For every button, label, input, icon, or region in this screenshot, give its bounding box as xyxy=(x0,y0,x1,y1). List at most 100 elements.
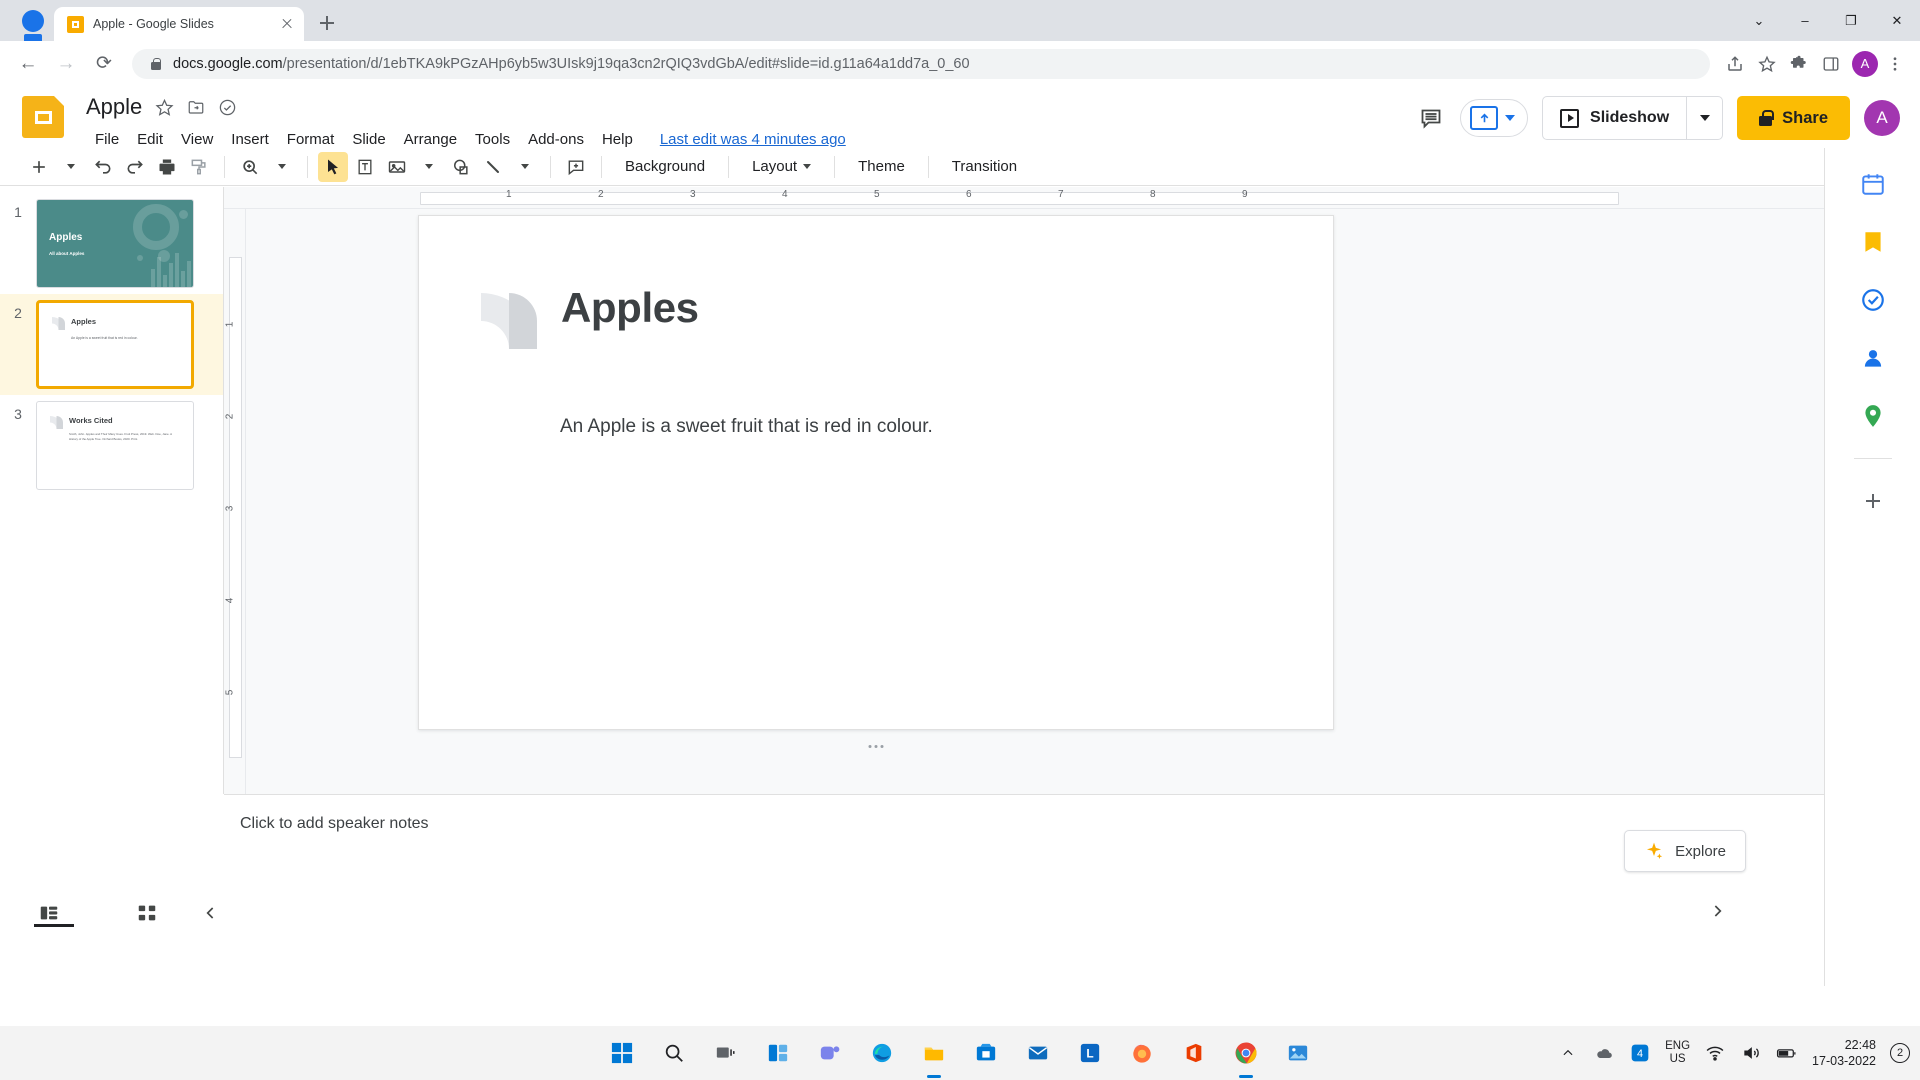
office-icon[interactable] xyxy=(1177,1036,1211,1070)
store-icon[interactable] xyxy=(969,1036,1003,1070)
widgets-icon[interactable] xyxy=(761,1036,795,1070)
slide-body-text[interactable]: An Apple is a sweet fruit that is red in… xyxy=(560,416,933,438)
bookmark-star-icon[interactable] xyxy=(1752,49,1782,79)
insert-image-button[interactable] xyxy=(382,152,412,182)
slide-thumbnail[interactable]: Apples All about Apples xyxy=(36,199,194,288)
slideshow-button[interactable]: Slideshow xyxy=(1543,97,1686,139)
filmstrip-view-button[interactable] xyxy=(34,898,74,928)
redo-button[interactable] xyxy=(120,152,150,182)
search-icon[interactable] xyxy=(657,1036,691,1070)
window-maximize-button[interactable]: ❐ xyxy=(1828,0,1874,41)
chevron-down-icon xyxy=(67,164,75,169)
maps-icon[interactable] xyxy=(1857,400,1889,432)
update-badge-icon[interactable]: 4 xyxy=(1629,1042,1651,1064)
speaker-notes-pane[interactable]: Click to add speaker notes Explore xyxy=(224,794,1824,886)
forward-button[interactable]: → xyxy=(48,46,84,82)
slideshow-options-button[interactable] xyxy=(1686,97,1722,139)
calendar-icon[interactable] xyxy=(1857,168,1889,200)
layout-button[interactable]: Layout xyxy=(739,152,824,182)
document-title[interactable]: Apple xyxy=(86,94,142,120)
contacts-icon[interactable] xyxy=(1857,342,1889,374)
filmstrip-slide-2[interactable]: 2 Apples An Apple is a sweet fruit that … xyxy=(0,294,223,395)
vertical-ruler[interactable]: 1 2 3 4 5 xyxy=(224,209,246,794)
undo-button[interactable] xyxy=(88,152,118,182)
filmstrip-slide-3[interactable]: 3 Works Cited Smith, John. Apples and Th… xyxy=(0,395,223,496)
slide-canvas[interactable]: Apples An Apple is a sweet fruit that is… xyxy=(418,215,1334,748)
zoom-options-button[interactable] xyxy=(267,152,297,182)
line-button[interactable] xyxy=(478,152,508,182)
slide-heading[interactable]: Apples xyxy=(561,284,699,332)
window-minimize-button[interactable]: – xyxy=(1782,0,1828,41)
mail-icon[interactable] xyxy=(1021,1036,1055,1070)
notification-count-badge[interactable]: 2 xyxy=(1890,1043,1910,1063)
select-tool-button[interactable] xyxy=(318,151,348,182)
photos-icon[interactable] xyxy=(1281,1036,1315,1070)
presentation-mode-toggle[interactable] xyxy=(1460,99,1529,137)
explore-button[interactable]: Explore xyxy=(1624,830,1746,872)
chrome-icon[interactable] xyxy=(1229,1036,1263,1078)
new-slide-options-button[interactable] xyxy=(56,152,86,182)
star-icon[interactable] xyxy=(155,98,174,117)
line-options-button[interactable] xyxy=(510,152,540,182)
share-link-icon[interactable] xyxy=(1720,49,1750,79)
chrome-menu-icon[interactable] xyxy=(1880,49,1910,79)
chevron-down-icon[interactable] xyxy=(1505,115,1516,121)
zoom-button[interactable] xyxy=(235,152,265,182)
shape-button[interactable] xyxy=(446,152,476,182)
comment-history-icon[interactable] xyxy=(1416,103,1446,133)
text-box-button[interactable] xyxy=(350,152,380,182)
slide-filmstrip[interactable]: 1 Apples All about Apples 2 Apples An Ap… xyxy=(0,187,224,794)
onedrive-icon[interactable] xyxy=(1593,1042,1615,1064)
cloud-saved-icon[interactable] xyxy=(218,98,237,117)
tasks-icon[interactable] xyxy=(1857,284,1889,316)
insert-image-options-button[interactable] xyxy=(414,152,444,182)
share-button[interactable]: Share xyxy=(1737,96,1850,140)
language-indicator[interactable]: ENG US xyxy=(1665,1040,1690,1066)
explorer-icon[interactable] xyxy=(917,1036,951,1078)
window-close-button[interactable]: ✕ xyxy=(1874,0,1920,41)
horizontal-ruler[interactable]: 1 2 3 4 5 6 7 8 9 xyxy=(224,187,1824,209)
linkedin-icon[interactable]: L xyxy=(1073,1036,1107,1070)
start-icon[interactable] xyxy=(605,1036,639,1070)
volume-icon[interactable] xyxy=(1740,1042,1762,1064)
browser-tab[interactable]: Apple - Google Slides xyxy=(54,7,304,41)
collapse-filmstrip-button[interactable] xyxy=(196,898,226,928)
new-slide-button[interactable] xyxy=(24,152,54,182)
theme-button[interactable]: Theme xyxy=(845,152,918,182)
close-tab-icon[interactable] xyxy=(278,15,296,33)
tray-expand-icon[interactable] xyxy=(1557,1042,1579,1064)
expand-panel-button[interactable] xyxy=(1702,896,1732,926)
add-app-icon[interactable] xyxy=(1857,485,1889,517)
print-button[interactable] xyxy=(152,152,182,182)
address-bar[interactable]: docs.google.com/presentation/d/1ebTKA9kP… xyxy=(132,48,1710,79)
slide-thumbnail[interactable]: Works Cited Smith, John. Apples and Thei… xyxy=(36,401,194,490)
slide-thumbnail[interactable]: Apples An Apple is a sweet fruit that is… xyxy=(36,300,194,389)
notes-resize-handle[interactable] xyxy=(868,745,884,748)
filmstrip-slide-1[interactable]: 1 Apples All about Apples xyxy=(0,193,223,294)
reload-button[interactable]: ⟳ xyxy=(86,46,122,82)
paint-format-button[interactable] xyxy=(184,152,214,182)
grid-view-button[interactable] xyxy=(132,898,162,928)
wifi-icon[interactable] xyxy=(1704,1042,1726,1064)
move-to-folder-icon[interactable] xyxy=(187,98,205,116)
browser-profile-avatar[interactable]: A xyxy=(1852,50,1878,77)
battery-icon[interactable] xyxy=(1776,1042,1798,1064)
maximize-icon: ❐ xyxy=(1845,13,1857,28)
firefox-icon[interactable] xyxy=(1125,1036,1159,1070)
new-tab-button[interactable] xyxy=(313,9,341,37)
taskbar-clock[interactable]: 22:48 17-03-2022 xyxy=(1812,1037,1876,1070)
task-view-icon[interactable] xyxy=(709,1036,743,1070)
keep-icon[interactable] xyxy=(1857,226,1889,258)
transition-button[interactable]: Transition xyxy=(939,152,1030,182)
last-edit-link[interactable]: Last edit was 4 minutes ago xyxy=(660,131,846,148)
extensions-icon[interactable] xyxy=(1784,49,1814,79)
edge-icon[interactable] xyxy=(865,1036,899,1070)
teams-icon[interactable] xyxy=(813,1036,847,1070)
window-more-button[interactable]: ⌄ xyxy=(1736,0,1782,41)
side-panel-icon[interactable] xyxy=(1816,49,1846,79)
back-button[interactable]: ← xyxy=(10,46,46,82)
add-comment-button[interactable] xyxy=(561,152,591,182)
speaker-notes-placeholder[interactable]: Click to add speaker notes xyxy=(240,815,429,833)
background-button[interactable]: Background xyxy=(612,152,718,182)
account-avatar[interactable]: A xyxy=(1864,100,1900,136)
